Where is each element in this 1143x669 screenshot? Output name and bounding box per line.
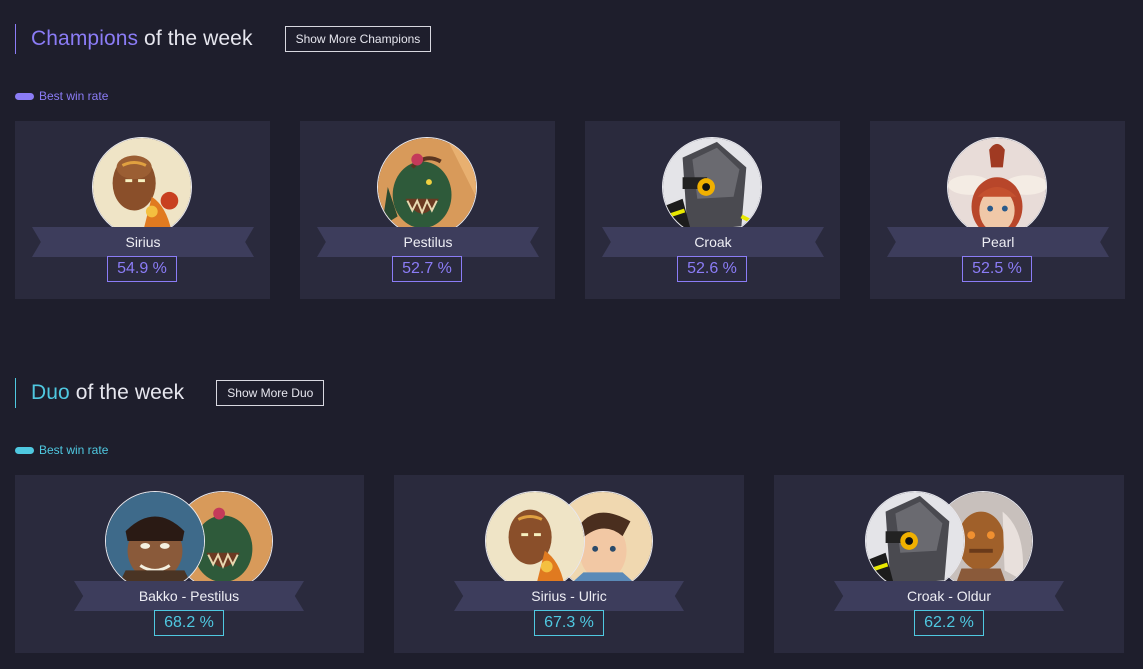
champions-title-rest: of the week [138, 27, 253, 50]
win-rate-value: 68.2 % [154, 610, 224, 636]
champions-title-highlight: Champions [31, 27, 139, 50]
champion-card-sirius[interactable]: Sirius 54.9 % [15, 121, 270, 299]
win-rate-value: 62.2 % [914, 610, 984, 636]
win-rate-value: 54.9 % [107, 256, 177, 282]
pearl-portrait-icon [947, 137, 1047, 237]
duo-title-rest: of the week [69, 381, 185, 404]
duo-best-win-rate-badge: Best win rate [15, 443, 108, 457]
champion-card-pestilus[interactable]: Pestilus 52.7 % [300, 121, 555, 299]
croak-portrait-icon [662, 137, 762, 237]
pill-icon [15, 446, 34, 454]
sirius-portrait-icon [485, 491, 585, 591]
champions-best-win-rate-badge: Best win rate [15, 89, 108, 103]
duo-name-ribbon: Croak - Oldur [834, 581, 1064, 611]
duo-title-highlight: Duo [31, 381, 70, 404]
champion-name-ribbon: Croak [602, 227, 824, 257]
win-rate-value: 52.6 % [677, 256, 747, 282]
duo-card-croak-oldur[interactable]: Croak - Oldur 62.2 % [774, 475, 1124, 653]
duo-section-header: Duo of the week Show More Duo [15, 378, 325, 408]
champions-section-header: Champions of the week Show More Champion… [15, 24, 432, 54]
win-rate-value: 52.5 % [962, 256, 1032, 282]
champion-card-croak[interactable]: Croak 52.6 % [585, 121, 840, 299]
pestilus-portrait-icon [377, 137, 477, 237]
champion-name-ribbon: Sirius [32, 227, 254, 257]
show-more-duo-button[interactable]: Show More Duo [216, 380, 325, 406]
champions-title: Champions of the week [31, 27, 253, 51]
win-rate-value: 52.7 % [392, 256, 462, 282]
croak-portrait-icon [865, 491, 965, 591]
duo-name-ribbon: Sirius - Ulric [454, 581, 684, 611]
duo-title: Duo of the week [31, 381, 184, 405]
duo-name-ribbon: Bakko - Pestilus [74, 581, 304, 611]
badge-label: Best win rate [39, 89, 109, 103]
champion-card-pearl[interactable]: Pearl 52.5 % [870, 121, 1125, 299]
win-rate-value: 67.3 % [534, 610, 604, 636]
bakko-portrait-icon [105, 491, 205, 591]
duo-card-sirius-ulric[interactable]: Sirius - Ulric 67.3 % [394, 475, 744, 653]
badge-label: Best win rate [39, 443, 109, 457]
champion-name-ribbon: Pestilus [317, 227, 539, 257]
sirius-portrait-icon [92, 137, 192, 237]
champion-name-ribbon: Pearl [887, 227, 1109, 257]
pill-icon [15, 92, 34, 100]
duo-card-bakko-pestilus[interactable]: Bakko - Pestilus 68.2 % [15, 475, 364, 653]
show-more-champions-button[interactable]: Show More Champions [284, 26, 432, 52]
